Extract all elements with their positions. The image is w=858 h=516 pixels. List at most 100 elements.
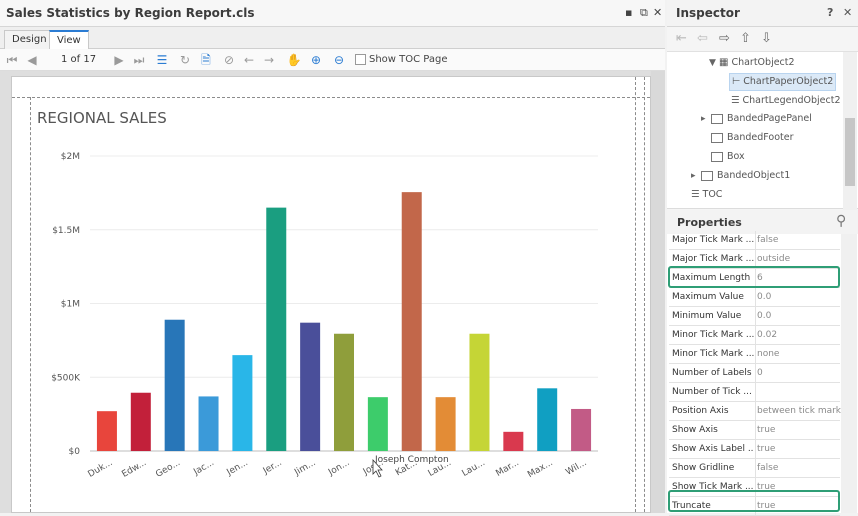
- float-window-icon[interactable]: ⧉: [640, 6, 648, 20]
- property-row[interactable]: Show Axis Label ... true: [669, 440, 840, 459]
- first-page-icon[interactable]: ⏮: [4, 52, 20, 68]
- tab-view[interactable]: View: [49, 30, 89, 50]
- property-row[interactable]: Minor Tick Mark ... 0.02: [669, 326, 840, 345]
- nav-forward-icon[interactable]: ⇨: [719, 31, 730, 46]
- property-name: Number of Tick ...: [672, 387, 752, 397]
- nav-down-icon[interactable]: ⇩: [761, 31, 772, 46]
- property-value[interactable]: 0.0: [757, 307, 771, 325]
- bar[interactable]: [130, 392, 151, 451]
- search-icon[interactable]: ⚲: [836, 213, 846, 229]
- properties-grid: Major Tick Mark ... false Major Tick Mark …: [667, 231, 858, 516]
- property-row[interactable]: Major Tick Mark ... false: [669, 231, 840, 250]
- hand-tool-icon[interactable]: ✋: [286, 52, 302, 68]
- forward-icon[interactable]: →: [261, 52, 277, 68]
- refresh-icon[interactable]: ↻: [177, 52, 193, 68]
- y-tick-label: $2M: [61, 152, 80, 162]
- property-value[interactable]: 0: [757, 364, 763, 382]
- pin-icon[interactable]: ▪: [625, 6, 632, 19]
- bar[interactable]: [232, 355, 253, 451]
- bar-chart-icon: ▦: [719, 57, 729, 68]
- property-row[interactable]: Number of Labels 0: [669, 364, 840, 383]
- property-name: Minor Tick Mark ...: [672, 349, 754, 359]
- bar[interactable]: [503, 431, 524, 451]
- bar[interactable]: [164, 319, 185, 451]
- close-icon[interactable]: ✕: [653, 6, 662, 19]
- bar[interactable]: [334, 333, 354, 451]
- tree-item-bandedfooter[interactable]: BandedFooter: [711, 129, 794, 147]
- back-icon[interactable]: ←: [241, 52, 257, 68]
- property-value[interactable]: 0.02: [757, 326, 777, 344]
- property-value[interactable]: none: [757, 345, 779, 363]
- last-page-icon[interactable]: ⏭: [131, 52, 147, 68]
- property-value[interactable]: false: [757, 459, 778, 477]
- properties-title: Properties: [677, 216, 742, 229]
- collapse-icon[interactable]: ▼: [709, 54, 719, 72]
- inspector-header: Inspector ? ✕: [667, 0, 858, 27]
- property-row[interactable]: Minimum Value 0.0: [669, 307, 840, 326]
- help-icon[interactable]: ?: [827, 6, 833, 19]
- nav-back-icon[interactable]: ⇦: [697, 31, 708, 46]
- bar[interactable]: [401, 192, 422, 451]
- x-tick-label: Edw...: [120, 458, 148, 480]
- property-row[interactable]: Position Axis between tick marks: [669, 402, 846, 421]
- show-toc-checkbox[interactable]: [355, 54, 366, 65]
- property-row[interactable]: Show Axis true: [669, 421, 840, 440]
- report-scrollbar[interactable]: [651, 71, 665, 513]
- tree-item-chartlegendobject2[interactable]: ☰ ChartLegendObject2: [731, 92, 841, 110]
- x-tick-label: Wil...: [564, 458, 588, 478]
- nav-up-icon[interactable]: ⇧: [740, 31, 751, 46]
- toc-list-icon[interactable]: ☰: [154, 52, 170, 68]
- bar[interactable]: [367, 397, 388, 451]
- bar[interactable]: [300, 322, 321, 451]
- expand-icon[interactable]: ▸: [701, 110, 711, 128]
- property-value[interactable]: true: [757, 440, 775, 458]
- report-title: Sales Statistics by Region Report.cls: [6, 6, 255, 20]
- property-name: Position Axis: [672, 406, 729, 416]
- next-page-icon[interactable]: ▶: [111, 52, 127, 68]
- bar[interactable]: [266, 207, 287, 451]
- bar[interactable]: [469, 333, 490, 451]
- property-name: Show Axis Label ...: [672, 444, 754, 454]
- chart-paper-icon: ⊢: [732, 76, 741, 87]
- bar[interactable]: [571, 408, 592, 451]
- tree-item-chartpaperobject2[interactable]: ⊢ ChartPaperObject2: [729, 73, 837, 91]
- tree-scroll-thumb[interactable]: [845, 118, 855, 186]
- bar[interactable]: [435, 397, 456, 451]
- tree-item-bandedobject1[interactable]: ▸ BandedObject1: [691, 167, 790, 185]
- x-tick-label: Jon...: [326, 458, 351, 478]
- property-row[interactable]: Number of Tick ...: [669, 383, 840, 402]
- stop-icon[interactable]: ⊘: [221, 52, 237, 68]
- property-row[interactable]: Minor Tick Mark ... none: [669, 345, 840, 364]
- zoom-in-icon[interactable]: ⊕: [308, 52, 324, 68]
- property-value[interactable]: false: [757, 231, 778, 249]
- property-value[interactable]: between tick marks: [757, 402, 846, 420]
- bar[interactable]: [198, 396, 219, 451]
- tree-item-box[interactable]: Box: [711, 148, 745, 166]
- show-toc-label: Show TOC Page: [369, 54, 448, 65]
- toc-icon: ☰: [691, 189, 700, 200]
- property-divider: [755, 231, 756, 250]
- tree-item-bandedpagepanel[interactable]: ▸ BandedPagePanel: [701, 110, 812, 128]
- properties-scrollbar[interactable]: [841, 234, 857, 513]
- footer-icon: [711, 132, 723, 143]
- tab-design[interactable]: Design: [4, 30, 55, 49]
- nav-first-icon[interactable]: ⇤: [676, 31, 687, 46]
- tree-item-toc[interactable]: ☰ TOC: [691, 186, 722, 204]
- legend-icon: ☰: [731, 95, 740, 106]
- previous-page-icon[interactable]: ◀: [24, 52, 40, 68]
- x-tick-label: Jer...: [261, 458, 284, 477]
- bar[interactable]: [537, 388, 558, 451]
- tree-item-chartobject2[interactable]: ▼ ▦ ChartObject2: [709, 54, 795, 72]
- box-icon: [711, 151, 723, 162]
- close-inspector-icon[interactable]: ✕: [843, 6, 852, 19]
- property-row[interactable]: Maximum Value 0.0: [669, 288, 840, 307]
- property-value[interactable]: true: [757, 421, 775, 439]
- property-row[interactable]: Show Gridline false: [669, 459, 840, 478]
- property-value[interactable]: 0.0: [757, 288, 771, 306]
- export-icon[interactable]: 🗎: [198, 52, 214, 68]
- zoom-out-icon[interactable]: ⊖: [331, 52, 347, 68]
- property-divider: [755, 364, 756, 383]
- expand-icon[interactable]: ▸: [691, 167, 701, 185]
- highlight-truncate: [668, 490, 840, 512]
- bar[interactable]: [96, 411, 117, 451]
